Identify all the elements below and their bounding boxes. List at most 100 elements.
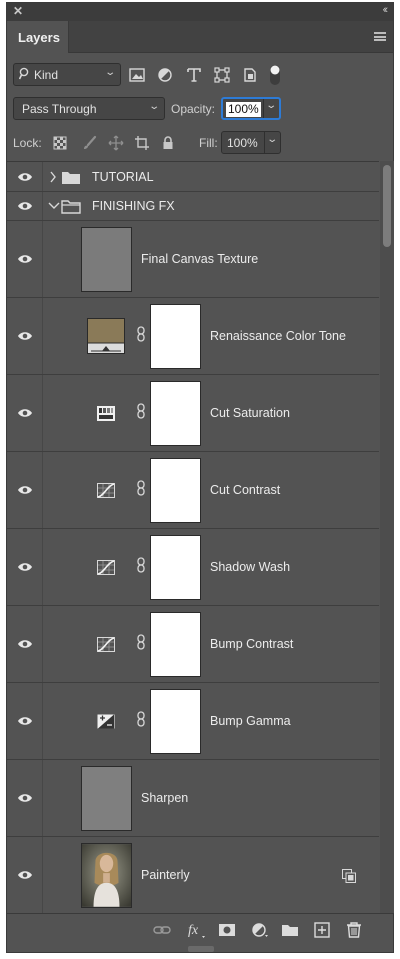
visibility-toggle[interactable] [7, 298, 43, 374]
layers-scrollbar[interactable] [380, 161, 394, 913]
layer-row[interactable]: Cut Contrast [7, 452, 379, 529]
opacity-value[interactable]: 100% [226, 102, 261, 117]
lock-transparent-pixels-icon[interactable] [52, 135, 68, 151]
visibility-toggle[interactable] [7, 375, 43, 451]
close-icon[interactable]: ✕ [13, 4, 23, 18]
layer-row[interactable]: Shadow Wash [7, 529, 379, 606]
lock-row: Lock: Fill: 100% ⌄ [7, 131, 393, 155]
layer-mask-thumbnail[interactable] [150, 689, 201, 754]
layer-thumbnail[interactable] [81, 766, 132, 831]
fill-dropdown-button[interactable]: ⌄ [264, 132, 280, 153]
folder-icon [62, 172, 80, 184]
curves-icon[interactable] [97, 483, 115, 498]
add-layer-mask-icon[interactable] [218, 922, 236, 938]
layer-mask-thumbnail[interactable] [150, 304, 201, 369]
type-layer-filter-icon[interactable] [185, 66, 203, 84]
chevron-down-icon: ⌄ [265, 100, 278, 111]
filter-kind-select[interactable]: Kind ⌄ [13, 63, 121, 86]
panel-menu-icon[interactable] [374, 32, 386, 41]
hue-saturation-icon[interactable] [97, 406, 115, 421]
shape-layer-filter-icon[interactable] [213, 66, 231, 84]
visibility-toggle[interactable] [7, 683, 43, 759]
layer-row[interactable]: Bump Gamma [7, 683, 379, 760]
chevron-down-icon: ⌄ [147, 101, 160, 112]
filter-toggle-icon[interactable] [269, 63, 281, 87]
layer-name: Bump Gamma [210, 714, 291, 728]
blend-mode-select[interactable]: Pass Through ⌄ [13, 97, 165, 120]
fill-input[interactable]: 100% ⌄ [221, 131, 281, 154]
layer-row[interactable]: Renaissance Color Tone [7, 298, 379, 375]
new-adjustment-layer-icon[interactable] [251, 922, 269, 938]
adjustment-layer-filter-icon[interactable] [156, 66, 174, 84]
layer-mask-thumbnail[interactable] [150, 458, 201, 523]
panel-resize-grip[interactable] [188, 946, 214, 952]
smart-object-badge-icon [342, 869, 356, 883]
link-layers-icon[interactable] [153, 922, 171, 938]
fill-value[interactable]: 100% [227, 136, 258, 150]
new-layer-icon[interactable] [313, 922, 331, 938]
lock-image-pixels-icon[interactable] [81, 135, 97, 151]
layers-panel: ✕ ‹‹ Layers Kind ⌄ Pass Through ⌄ Opacit… [6, 2, 394, 953]
layer-row[interactable]: FINISHING FX [7, 192, 379, 221]
visibility-toggle[interactable] [7, 837, 43, 913]
eye-icon [18, 640, 32, 648]
layer-row[interactable]: Sharpen [7, 760, 379, 837]
layer-name: Final Canvas Texture [141, 252, 259, 266]
pixel-layer-filter-icon[interactable] [128, 66, 146, 84]
chain-link-icon[interactable] [136, 634, 146, 650]
opacity-input[interactable]: 100% ⌄ [221, 97, 281, 120]
layer-name: Renaissance Color Tone [210, 329, 346, 343]
chain-link-icon[interactable] [136, 711, 146, 727]
layer-name: Cut Saturation [210, 406, 290, 420]
exposure-icon[interactable] [97, 714, 115, 729]
smart-object-filter-icon[interactable] [241, 66, 259, 84]
chain-link-icon[interactable] [136, 403, 146, 419]
blend-mode-value: Pass Through [22, 102, 97, 116]
layer-name: Bump Contrast [210, 637, 294, 651]
curves-icon[interactable] [97, 560, 115, 575]
visibility-toggle[interactable] [7, 162, 43, 191]
lock-position-icon[interactable] [108, 135, 124, 151]
tab-layers[interactable]: Layers [7, 21, 69, 53]
chain-link-icon[interactable] [136, 557, 146, 573]
layer-mask-thumbnail[interactable] [150, 381, 201, 446]
layers-list: TUTORIAL FINISHING FX Final Canvas Textu… [7, 161, 379, 913]
layer-mask-thumbnail[interactable] [150, 535, 201, 600]
visibility-toggle[interactable] [7, 760, 43, 836]
lock-artboard-icon[interactable] [134, 135, 150, 151]
layer-name: Cut Contrast [210, 483, 281, 497]
opacity-dropdown-button[interactable]: ⌄ [263, 99, 279, 118]
trash-icon[interactable] [345, 922, 363, 938]
eye-icon [18, 173, 32, 181]
portrait-thumbnail[interactable] [81, 843, 132, 908]
chain-link-icon[interactable] [136, 326, 146, 342]
double-chevron-left-icon[interactable]: ‹‹ [383, 4, 389, 16]
layer-row[interactable]: Final Canvas Texture [7, 221, 379, 298]
svg-text:fx: fx [188, 923, 199, 938]
visibility-toggle[interactable] [7, 529, 43, 605]
layer-style-fx-icon[interactable]: fx [187, 922, 207, 938]
layer-thumbnail[interactable] [81, 227, 132, 292]
blend-row: Pass Through ⌄ Opacity: 100% ⌄ [7, 97, 393, 121]
lock-all-icon[interactable] [160, 135, 176, 151]
visibility-toggle[interactable] [7, 192, 43, 220]
new-group-folder-icon[interactable] [281, 922, 299, 938]
scrollbar-thumb[interactable] [383, 165, 391, 247]
visibility-toggle[interactable] [7, 606, 43, 682]
curves-icon[interactable] [97, 637, 115, 652]
eye-icon [18, 871, 32, 879]
layer-mask-thumbnail[interactable] [150, 612, 201, 677]
chain-link-icon[interactable] [136, 480, 146, 496]
chevron-down-icon[interactable] [48, 202, 60, 210]
layer-row[interactable]: Cut Saturation [7, 375, 379, 452]
chevron-right-icon[interactable] [49, 171, 57, 183]
visibility-toggle[interactable] [7, 221, 43, 297]
filter-kind-value: Kind [34, 68, 59, 82]
visibility-toggle[interactable] [7, 452, 43, 528]
layer-row[interactable]: Painterly [7, 837, 379, 913]
panel-tab-row: Layers [7, 21, 393, 53]
layer-row[interactable]: TUTORIAL [7, 162, 379, 192]
eye-icon [18, 202, 32, 210]
layer-row[interactable]: Bump Contrast [7, 606, 379, 683]
solid-color-fill-icon[interactable] [87, 318, 125, 354]
